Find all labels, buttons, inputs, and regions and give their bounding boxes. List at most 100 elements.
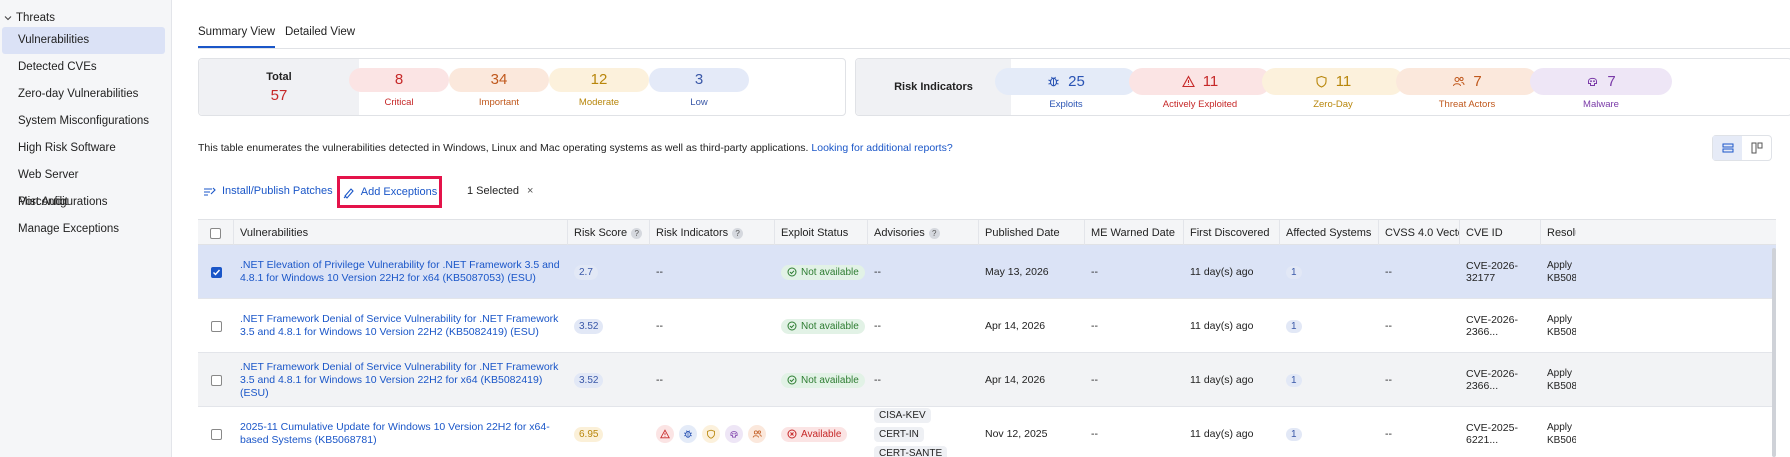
col-advisories[interactable]: Advisories? [868,220,979,246]
col-resolution[interactable]: Resolutio [1541,220,1576,246]
install-label: Install/Publish Patches [222,185,333,197]
sidebar-item-system-misconfigurations[interactable]: System Misconfigurations [2,108,165,135]
affected-systems-badge[interactable]: 1 [1286,373,1302,387]
selection-info: 1 Selected × [467,185,533,197]
risk-score-badge: 3.52 [574,372,604,388]
col-risk-score[interactable]: Risk Score? [568,220,650,246]
severity-low[interactable]: 3 Low [649,68,749,108]
severity-important[interactable]: 34 Important [449,68,549,108]
vulnerability-cell: .NET Framework Denial of Service Vulnera… [234,299,568,353]
risk-indicator-actively-exploited[interactable]: 11 Actively Exploited [1129,68,1271,110]
vulnerability-link[interactable]: .NET Elevation of Privilege Vulnerabilit… [240,259,568,285]
warned-date-cell: -- [1085,407,1184,457]
severity-count: 34 [449,68,549,92]
sidebar-item-manage-exceptions[interactable]: Manage Exceptions [2,216,165,243]
total-box[interactable]: Total 57 [199,59,359,115]
cvss-cell: -- [1379,353,1460,407]
view-toggle [1712,135,1772,161]
shield-icon[interactable] [702,425,720,443]
published-date-cell: May 13, 2026 [979,245,1085,299]
clear-selection-icon[interactable]: × [527,185,533,197]
advisory-badge[interactable]: CISA-KEV [874,407,931,423]
col-affected-systems[interactable]: Affected Systems [1280,220,1379,246]
affected-systems-badge[interactable]: 1 [1286,427,1302,441]
sidebar-group-threats[interactable]: Threats [0,0,171,24]
risk-indicator-count: 11 [1335,73,1352,90]
col-cvss-vector[interactable]: CVSS 4.0 Vector [1379,220,1460,246]
sidebar-item-vulnerabilities[interactable]: Vulnerabilities [2,27,165,54]
warned-date-cell: -- [1085,353,1184,407]
row-checkbox[interactable] [210,428,222,440]
resolution-cell: Apply KB50687 [1541,407,1576,457]
risk-score-badge: 6.95 [574,426,604,442]
table-row[interactable]: 2025-11 Cumulative Update for Windows 10… [198,407,1776,457]
table-description: This table enumerates the vulnerabilitie… [198,142,953,154]
advisory-badge[interactable]: CERT-IN [874,426,924,442]
col-label: First Discovered [1190,227,1270,239]
skull-icon[interactable] [725,425,743,443]
sidebar-item-high-risk-software[interactable]: High Risk Software [2,135,165,162]
skull-icon [1586,75,1599,88]
severity-moderate[interactable]: 12 Moderate [549,68,649,108]
tab-summary-view[interactable]: Summary View [198,26,276,48]
select-all-checkbox[interactable] [210,227,221,239]
sidebar-item-zero-day-vulnerabilities[interactable]: Zero-day Vulnerabilities [2,81,165,108]
sidebar-item-web-server-misconfigurations[interactable]: Web Server Misconfigurations [2,162,165,208]
x-circle-icon [787,429,797,439]
table-row[interactable]: .NET Framework Denial of Service Vulnera… [198,353,1776,407]
sidebar-item-detected-cves[interactable]: Detected CVEs [2,54,165,81]
vulnerability-link[interactable]: .NET Framework Denial of Service Vulnera… [240,361,568,400]
advisory-badge[interactable]: CERT-SANTE [874,445,948,457]
risk-indicator-malware[interactable]: 7 Malware [1530,68,1672,110]
risk-text: -- [656,374,663,386]
col-published-date[interactable]: Published Date [979,220,1085,246]
col-me-warned-date[interactable]: ME Warned Date [1085,220,1184,246]
risk-indicator-pill: 11 [1129,68,1271,95]
risk-indicator-threat-actors[interactable]: 7 Threat Actors [1396,68,1538,110]
help-icon[interactable]: ? [928,227,940,239]
help-icon[interactable]: ? [732,227,744,239]
add-exceptions-button[interactable]: Add Exceptions [337,176,442,208]
row-checkbox[interactable] [210,374,222,386]
col-first-discovered[interactable]: First Discovered [1184,220,1280,246]
table-row[interactable]: .NET Elevation of Privilege Vulnerabilit… [198,245,1776,299]
risk-indicator-zero-day[interactable]: 11 Zero-Day [1262,68,1404,110]
col-cve-id[interactable]: CVE ID [1460,220,1541,246]
row-checkbox[interactable] [210,320,222,332]
bug-icon[interactable] [679,425,697,443]
risk-indicator-count: 11 [1202,73,1219,90]
col-label: Published Date [985,227,1060,239]
column-view-button[interactable] [1742,136,1771,160]
risk-indicators-title: Risk Indicators [856,59,1011,115]
col-vulnerabilities[interactable]: Vulnerabilities [234,220,568,246]
users-icon[interactable] [748,425,766,443]
col-risk-indicators[interactable]: Risk Indicators? [650,220,775,246]
vulnerability-link[interactable]: .NET Framework Denial of Service Vulnera… [240,313,568,339]
exploit-status-badge: Not available [781,318,865,334]
affected-systems-cell: 1 [1280,407,1379,457]
install-publish-patches-button[interactable]: Install/Publish Patches [203,185,333,197]
row-checkbox[interactable] [210,266,222,278]
list-view-button[interactable] [1713,136,1742,160]
advisories-cell: -- [868,353,979,407]
table-scrollbar[interactable] [1772,248,1776,457]
risk-indicator-exploits[interactable]: 25 Exploits [995,68,1137,110]
help-icon[interactable]: ? [631,227,643,239]
vulnerability-link[interactable]: 2025-11 Cumulative Update for Windows 10… [240,421,568,447]
table-row[interactable]: .NET Framework Denial of Service Vulnera… [198,299,1776,353]
view-tabs: Summary View Detailed View [198,22,1790,49]
tab-detailed-view[interactable]: Detailed View [285,26,355,46]
additional-reports-link[interactable]: Looking for additional reports? [811,142,952,154]
add-exceptions-label: Add Exceptions [360,186,438,198]
col-label: Vulnerabilities [240,227,309,239]
col-exploit-status[interactable]: Exploit Status [775,220,868,246]
severity-critical[interactable]: 8 Critical [349,68,449,108]
affected-systems-badge[interactable]: 1 [1286,265,1302,279]
affected-systems-badge[interactable]: 1 [1286,319,1302,333]
severity-label: Critical [384,97,414,108]
cve-id: CVE-2026-2366... [1466,314,1518,338]
risk-indicator-count: 25 [1068,73,1085,90]
risk-text: -- [656,320,663,332]
warning-icon[interactable] [656,425,674,443]
description-text: This table enumerates the vulnerabilitie… [198,142,809,154]
